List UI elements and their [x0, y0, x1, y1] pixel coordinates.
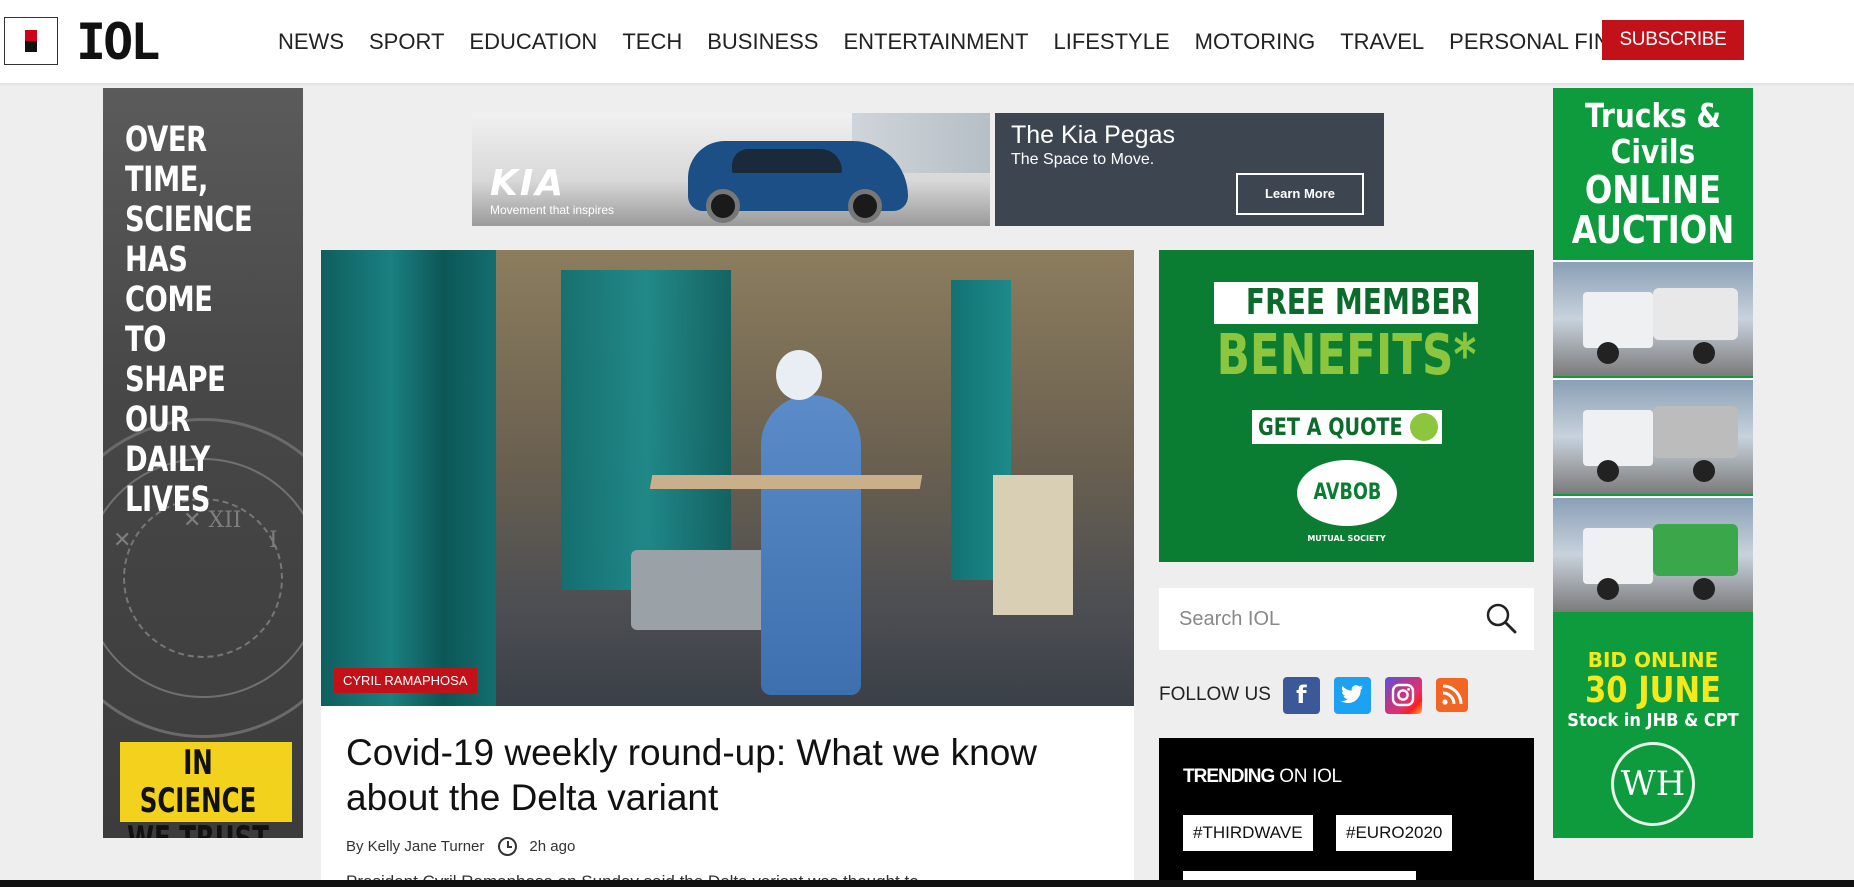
ad-auction-skyscraper[interactable]: Trucks & Civils ONLINE AUCTION BID ONLIN… — [1553, 88, 1753, 838]
nav-entertainment[interactable]: ENTERTAINMENT — [843, 28, 1028, 58]
twitter-icon[interactable] — [1333, 676, 1371, 714]
clock-icon — [498, 836, 518, 856]
trending-tag[interactable]: #EURO2020 — [1336, 815, 1453, 851]
kia-tagline: Movement that inspires — [490, 203, 615, 217]
cursor-click-icon — [1410, 413, 1438, 441]
avbob-logo-text: AVBOB — [1313, 480, 1381, 505]
search-input[interactable] — [1179, 601, 1479, 637]
article-time: 2h ago — [529, 837, 576, 855]
ad-tagline: IN SCIENCE WE TRUST — [127, 743, 269, 838]
trending-panel: TRENDING ON IOL #THIRDWAVE #EURO2020 #ST… — [1159, 738, 1534, 887]
main-nav: NEWS SPORT EDUCATION TECH BUSINESS ENTER… — [278, 28, 1696, 58]
nav-business[interactable]: BUSINESS — [707, 28, 818, 58]
facebook-icon[interactable]: f — [1282, 676, 1320, 714]
roman-numeral-graphic: I — [269, 528, 278, 553]
wh-logo: WH — [1611, 742, 1695, 826]
auction-line2: ONLINE AUCTION — [1571, 168, 1735, 252]
auction-line1: Trucks & Civils — [1584, 96, 1722, 171]
bid-line2: 30 JUNE — [1585, 670, 1721, 711]
trending-heading-bold: TRENDING — [1183, 766, 1275, 787]
ad-tagline-box: IN SCIENCE WE TRUST — [120, 742, 292, 838]
article-byline: By Kelly Jane Turner 2h ago — [346, 835, 575, 857]
roman-numeral-graphic: ✕ — [113, 528, 132, 553]
nav-news[interactable]: NEWS — [278, 28, 344, 58]
search-icon[interactable] — [1485, 602, 1517, 634]
article-author: By Kelly Jane Turner — [346, 837, 485, 855]
follow-us: FOLLOW US f — [1159, 675, 1482, 715]
nav-education[interactable]: EDUCATION — [469, 28, 597, 58]
ad-line1-box: FREE MEMBER — [1214, 282, 1478, 324]
car-graphic — [688, 141, 908, 223]
banner-text-panel: The Kia Pegas The Space to Move. Learn M… — [995, 113, 1384, 226]
article-title[interactable]: Covid-19 weekly round-up: What we know a… — [346, 730, 1116, 820]
trending-heading: TRENDING ON IOL — [1183, 766, 1342, 788]
nav-lifestyle[interactable]: LIFESTYLE — [1053, 28, 1169, 58]
bid-line3: Stock in JHB & CPT — [1567, 710, 1739, 731]
avbob-logo: AVBOB — [1297, 460, 1397, 526]
iol-logo-text[interactable]: IOL — [76, 12, 160, 72]
top-header: IOL NEWS SPORT EDUCATION TECH BUSINESS E… — [0, 0, 1854, 84]
truck-photo — [1553, 378, 1753, 494]
category-tag[interactable]: CYRIL RAMAPHOSA — [334, 668, 477, 693]
article-hero-image[interactable]: CYRIL RAMAPHOSA — [321, 250, 1134, 706]
ad-kia-banner[interactable]: KIA Movement that inspires The Kia Pegas… — [472, 113, 1384, 226]
ad-line1: FREE MEMBER — [1245, 282, 1473, 323]
bottom-overlay-bar — [0, 880, 1854, 887]
get-a-quote-label: GET A QUOTE — [1258, 413, 1403, 441]
rss-icon[interactable] — [1435, 678, 1468, 712]
learn-more-button[interactable]: Learn More — [1236, 173, 1364, 215]
nav-motoring[interactable]: MOTORING — [1195, 28, 1316, 58]
truck-photo — [1553, 496, 1753, 612]
subscribe-button[interactable]: SUBSCRIBE — [1602, 20, 1744, 60]
truck-photo — [1553, 260, 1753, 376]
nav-sport[interactable]: SPORT — [369, 28, 444, 58]
ad-science-skyscraper[interactable]: ✕ XII ✕ I OVER TIME, SCIENCE HAS COME TO… — [103, 88, 303, 838]
instagram-icon[interactable] — [1384, 676, 1422, 714]
kia-logo: KIA — [490, 163, 566, 204]
search-box — [1159, 588, 1534, 650]
bid-line1: BID ONLINE — [1587, 648, 1719, 672]
iol-logo-icon[interactable] — [4, 17, 58, 65]
banner-subheading: The Space to Move. — [1011, 151, 1155, 168]
trending-tag[interactable]: #THIRDWAVE — [1183, 815, 1313, 851]
ad-line2: BENEFITS* — [1216, 323, 1477, 388]
avbob-sub: MUTUAL SOCIETY — [1307, 534, 1386, 543]
ad-avbob[interactable]: FREE MEMBER BENEFITS* GET A QUOTE AVBOB … — [1159, 250, 1534, 562]
ad-line2-wrap: BENEFITS* — [1159, 324, 1534, 388]
follow-us-label: FOLLOW US — [1159, 684, 1271, 705]
nav-travel[interactable]: TRAVEL — [1340, 28, 1424, 58]
featured-article-card[interactable]: CYRIL RAMAPHOSA Covid-19 weekly round-up… — [321, 250, 1134, 887]
ad-headline: OVER TIME, SCIENCE HAS COME TO SHAPE OUR… — [125, 120, 253, 520]
get-a-quote-button[interactable]: GET A QUOTE — [1252, 410, 1442, 444]
nav-tech[interactable]: TECH — [622, 28, 682, 58]
banner-heading: The Kia Pegas — [1011, 121, 1175, 149]
auction-bid-info: BID ONLINE 30 JUNE Stock in JHB & CPT — [1553, 648, 1753, 732]
trending-heading-rest: ON IOL — [1274, 766, 1342, 787]
